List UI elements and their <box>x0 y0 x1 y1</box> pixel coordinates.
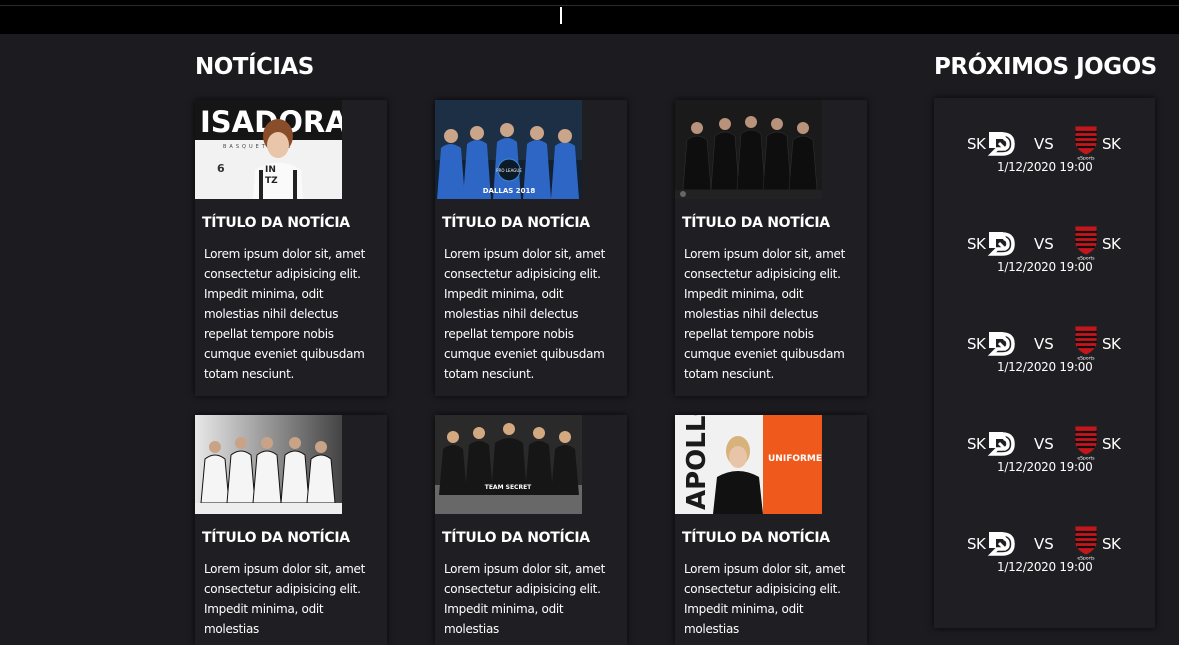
vs-label: VS <box>1034 235 1054 253</box>
flamengo-esports-logo-icon: eSports <box>1074 425 1098 460</box>
team1-name: SK <box>967 335 986 353</box>
team2-name: SK <box>1102 435 1121 453</box>
vs-label: VS <box>1034 135 1054 153</box>
team2-name: SK <box>1102 535 1121 553</box>
match-row[interactable]: SK VS eSports SK 1/12/2020 19:00 <box>934 121 1155 181</box>
news-image-team-black <box>675 100 822 199</box>
flamengo-esports-logo-icon: eSports <box>1074 225 1098 260</box>
sk-gaming-logo-icon <box>987 532 1015 556</box>
news-card[interactable]: PRO LEAGUE DALLAS 2018 TÍTULO DA NOTÍCIA… <box>435 100 627 396</box>
news-card[interactable]: TÍTULO DA NOTÍCIA Lorem ipsum dolor sit,… <box>195 415 387 645</box>
team1-name: SK <box>967 435 986 453</box>
match-date: 1/12/2020 19:00 <box>997 260 1093 274</box>
news-title[interactable]: TÍTULO DA NOTÍCIA <box>442 530 590 546</box>
news-section-title: NOTÍCIAS <box>195 54 314 80</box>
news-image-title: TEAM SECRET <box>485 484 532 491</box>
team1-name: SK <box>967 135 986 153</box>
vs-label: VS <box>1034 335 1054 353</box>
upcoming-games-panel: SK VS eSports SK 1/12/2020 19:00 SK VS e… <box>934 98 1155 628</box>
sk-gaming-logo-icon <box>987 132 1015 156</box>
news-image[interactable]: TEAM SECRET <box>435 415 582 514</box>
news-title[interactable]: TÍTULO DA NOTÍCIA <box>682 215 830 231</box>
news-image[interactable] <box>675 100 822 199</box>
match-date: 1/12/2020 19:00 <box>997 160 1093 174</box>
news-text: Lorem ipsum dolor sit, amet consectetur … <box>204 247 366 381</box>
news-image[interactable] <box>195 415 342 514</box>
news-image[interactable]: APOLLO UNIFORMES 2019 <box>675 415 822 514</box>
team2-name: SK <box>1102 235 1121 253</box>
team1-name: SK <box>967 535 986 553</box>
svg-text:IN: IN <box>265 165 276 175</box>
svg-text:PRO LEAGUE: PRO LEAGUE <box>496 168 522 173</box>
match-date: 1/12/2020 19:00 <box>997 560 1093 574</box>
news-title[interactable]: TÍTULO DA NOTÍCIA <box>202 530 350 546</box>
news-text: Lorem ipsum dolor sit, amet consectetur … <box>684 247 846 381</box>
news-text: Lorem ipsum dolor sit, amet consectetur … <box>444 247 606 381</box>
svg-text:TZ: TZ <box>265 176 278 186</box>
news-image-team-dallas: PRO LEAGUE DALLAS 2018 <box>435 100 582 199</box>
flamengo-esports-logo-icon: eSports <box>1074 525 1098 560</box>
news-text: Lorem ipsum dolor sit, amet consectetur … <box>444 562 606 636</box>
news-image-uniformes: APOLLO UNIFORMES 2019 <box>675 415 822 514</box>
vs-label: VS <box>1034 435 1054 453</box>
news-image-isadora: ISADORA BASQUETEBOL IN TZ 6 <box>195 100 342 199</box>
match-row[interactable]: SK VS eSports SK 1/12/2020 19:00 <box>934 321 1155 381</box>
match-date: 1/12/2020 19:00 <box>997 360 1093 374</box>
games-section-title: PRÓXIMOS JOGOS <box>934 54 1157 80</box>
match-row[interactable]: SK VS eSports SK 1/12/2020 19:00 <box>934 521 1155 581</box>
news-text: Lorem ipsum dolor sit, amet consectetur … <box>684 562 846 636</box>
flamengo-esports-logo-icon: eSports <box>1074 125 1098 160</box>
sk-gaming-logo-icon <box>987 432 1015 456</box>
news-image-team-white <box>195 415 342 514</box>
team1-name: SK <box>967 235 986 253</box>
news-title[interactable]: TÍTULO DA NOTÍCIA <box>682 530 830 546</box>
news-image[interactable]: PRO LEAGUE DALLAS 2018 <box>435 100 582 199</box>
news-image-team-secret: TEAM SECRET <box>435 415 582 514</box>
news-card[interactable]: APOLLO UNIFORMES 2019 TÍTULO DA NOTÍCIA … <box>675 415 867 645</box>
news-text: Lorem ipsum dolor sit, amet consectetur … <box>204 562 366 636</box>
news-card[interactable]: ISADORA BASQUETEBOL IN TZ 6 TÍTULO DA NO… <box>195 100 387 396</box>
text-cursor <box>560 7 562 24</box>
match-date: 1/12/2020 19:00 <box>997 460 1093 474</box>
sk-gaming-logo-icon <box>987 232 1015 256</box>
news-card[interactable]: TEAM SECRET TÍTULO DA NOTÍCIA Lorem ipsu… <box>435 415 627 645</box>
news-image-subtitle: APOLLO <box>682 415 712 510</box>
news-card[interactable]: TÍTULO DA NOTÍCIA Lorem ipsum dolor sit,… <box>675 100 867 396</box>
top-bar <box>0 0 1179 34</box>
team2-name: SK <box>1102 135 1121 153</box>
news-image[interactable]: ISADORA BASQUETEBOL IN TZ 6 <box>195 100 342 199</box>
news-title[interactable]: TÍTULO DA NOTÍCIA <box>442 215 590 231</box>
news-title[interactable]: TÍTULO DA NOTÍCIA <box>202 215 350 231</box>
top-bar-divider <box>0 5 1179 6</box>
svg-text:6: 6 <box>217 162 225 175</box>
match-row[interactable]: SK VS eSports SK 1/12/2020 19:00 <box>934 421 1155 481</box>
match-row[interactable]: SK VS eSports SK 1/12/2020 19:00 <box>934 221 1155 281</box>
news-image-title: UNIFORMES 2019 <box>768 454 822 464</box>
sk-gaming-logo-icon <box>987 332 1015 356</box>
vs-label: VS <box>1034 535 1054 553</box>
team2-name: SK <box>1102 335 1121 353</box>
news-image-title: DALLAS 2018 <box>483 187 536 195</box>
flamengo-esports-logo-icon: eSports <box>1074 325 1098 360</box>
